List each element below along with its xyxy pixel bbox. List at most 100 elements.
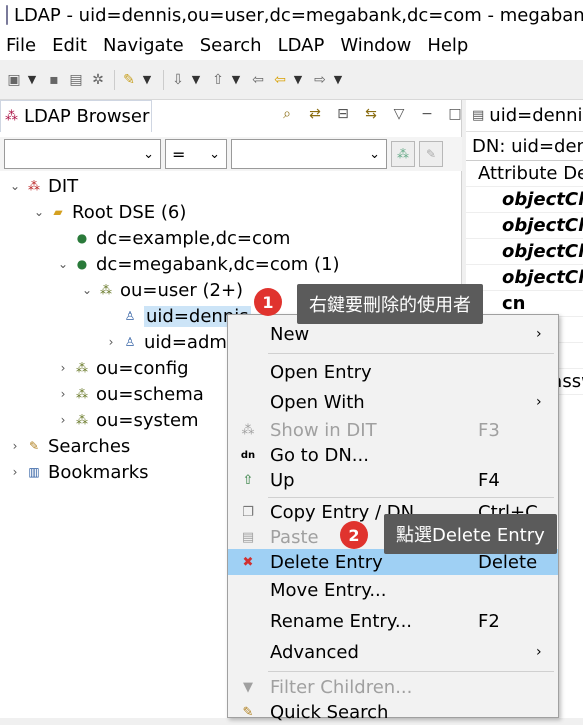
menu-item-new[interactable]: New › [228,321,558,347]
menu-edit[interactable]: Edit [52,35,87,56]
chevron-down-icon[interactable]: ⌄ [8,179,22,193]
chevron-right-icon: › [536,644,542,660]
up-icon: ⇧ [242,472,254,488]
menu-item-label: Rename Entry... [270,610,413,632]
chevron-right-icon: › [536,326,542,342]
window-title: LDAP - uid=dennis,ou=user,dc=megabank,dc… [14,4,583,26]
menu-item-go-to-dn[interactable]: dn Go to DN... [228,442,558,468]
menu-window[interactable]: Window [340,35,411,56]
tab-entry-editor[interactable]: ▤ uid=dennis [466,100,583,132]
menu-item-move-entry[interactable]: Move Entry... [228,577,558,603]
filter-value-combo[interactable]: ⌄ [231,139,387,169]
new-dropdown-icon[interactable]: ▼ [26,73,38,86]
folder-icon: ▰ [53,205,63,219]
menu-ldap[interactable]: LDAP [278,35,325,56]
back-icon[interactable]: ⇦ [270,70,290,90]
menu-item-label: Go to DN... [270,444,369,466]
chevron-down-icon[interactable]: ⌄ [80,283,94,297]
new-icon[interactable]: ▣ [4,70,24,90]
tab-ldap-browser[interactable]: ⁂ LDAP Browser [0,100,152,132]
menu-item-up[interactable]: ⇧ Up F4 [228,467,558,493]
search-icon[interactable]: ⌕ [278,106,296,122]
paste-icon: ▤ [241,529,255,545]
table-row[interactable]: objectClass [466,265,583,291]
menu-item-label: Open Entry [270,361,372,383]
chevron-right-icon[interactable]: › [8,465,22,479]
menu-search[interactable]: Search [200,35,262,56]
connect-dropdown-icon[interactable]: ▼ [141,73,153,86]
forward-dropdown-icon[interactable]: ▼ [332,73,344,86]
chevron-down-icon: ⌄ [209,146,220,162]
chevron-right-icon[interactable]: › [56,361,70,375]
clear-filter-icon: ✎ [425,147,437,161]
collapse-all-icon[interactable]: ⊟ [334,106,352,122]
menu-item-shortcut: F4 [478,469,500,491]
maximize-icon[interactable]: □ [446,106,464,122]
menu-item-label: Move Entry... [270,579,387,601]
tree-item-root-dse[interactable]: ⌄ ▰ Root DSE (6) [0,199,460,225]
menu-item-rename-entry[interactable]: Rename Entry... F2 [228,608,558,634]
minimize-icon[interactable]: − [418,106,436,122]
tree-item-dit[interactable]: ⌄ ⁂ DIT [0,173,460,199]
menu-item-open-with[interactable]: Open With › [228,389,558,415]
apply-filter-button[interactable]: ⁂ [391,141,415,167]
chevron-right-icon[interactable]: › [56,387,70,401]
link-with-editor-icon[interactable]: ⇄ [306,106,324,122]
prev-annotation-icon[interactable]: ⇧ [208,70,228,90]
menu-help[interactable]: Help [427,35,468,56]
menu-divider [268,353,554,354]
menu-item-shortcut: Delete [478,551,538,573]
table-row[interactable]: objectClass [466,187,583,213]
dit-icon: ⁂ [28,179,40,193]
tree-label: Root DSE (6) [72,201,187,223]
menu-divider [268,671,554,672]
settings-icon[interactable]: ✲ [88,70,108,90]
menu-navigate[interactable]: Navigate [103,35,184,56]
toolbar-divider [114,69,115,90]
chevron-right-icon[interactable]: › [56,413,70,427]
menu-item-shortcut: F3 [478,419,500,441]
table-row[interactable]: objectClass [466,213,583,239]
tree-item-dc-megabank[interactable]: ⌄ ● dc=megabank,dc=com (1) [0,251,460,277]
menu-item-open-entry[interactable]: Open Entry [228,359,558,385]
chevron-down-icon[interactable]: ⌄ [56,257,70,271]
table-header-attribute[interactable]: Attribute Description [466,161,583,187]
menu-file[interactable]: File [6,35,36,56]
sync-icon[interactable]: ⇆ [362,106,380,122]
menu-item-label: Show in DIT [270,419,377,441]
forward-icon[interactable]: ⇨ [310,70,330,90]
menu-item-filter-children[interactable]: ▼ Filter Children... [228,674,558,700]
clear-filter-button[interactable]: ✎ [419,141,443,167]
annotation-callout-2: 點選Delete Entry [384,514,557,554]
next-annotation-icon[interactable]: ⇩ [168,70,188,90]
back-dropdown-icon[interactable]: ▼ [292,73,304,86]
filter-icon: ▼ [243,679,253,695]
chevron-down-icon: ⌄ [369,146,380,162]
filter-operator-combo[interactable]: = ⌄ [165,139,227,169]
chevron-right-icon[interactable]: › [104,335,118,349]
view-menu-icon[interactable]: ▽ [390,106,408,122]
tree-label: Searches [48,435,131,457]
prev-dropdown-icon[interactable]: ▼ [230,73,242,86]
dn-label: DN: uid=dennis [472,135,583,157]
filter-attribute-combo[interactable]: ⌄ [4,139,161,169]
menu-item-quick-search[interactable]: ✎ Quick Search [228,699,558,725]
tree-label: DIT [48,175,79,197]
next-dropdown-icon[interactable]: ▼ [190,73,202,86]
menu-item-label: New [270,323,310,345]
chevron-right-icon[interactable]: › [8,439,22,453]
menu-item-label: Open With [270,391,365,413]
annotation-badge-1: 1 [254,288,282,316]
user-icon: ♙ [124,335,136,349]
menu-item-show-in-dit[interactable]: ⁂ Show in DIT F3 [228,417,558,443]
menu-item-advanced[interactable]: Advanced › [228,639,558,665]
connect-icon[interactable]: ✎ [119,70,139,90]
print-icon[interactable]: ▤ [66,70,86,90]
last-edit-icon[interactable]: ⇦ [248,70,268,90]
save-icon[interactable]: ▪ [44,70,64,90]
tree-item-dc-example[interactable]: ● dc=example,dc=com [0,225,460,251]
chevron-down-icon[interactable]: ⌄ [32,205,46,219]
table-row[interactable]: objectClass [466,239,583,265]
menu-item-shortcut: F2 [478,610,500,632]
title-bar: LDAP - uid=dennis,ou=user,dc=megabank,dc… [0,0,583,30]
